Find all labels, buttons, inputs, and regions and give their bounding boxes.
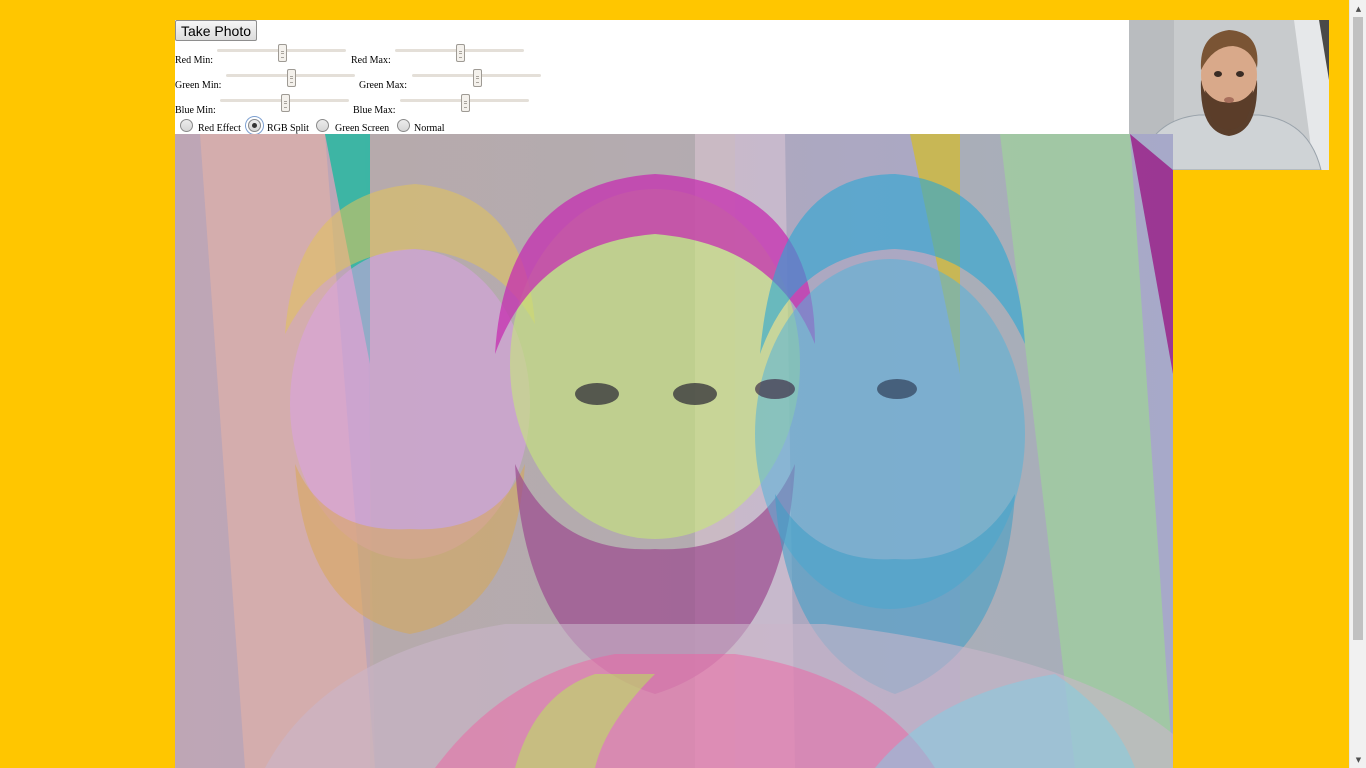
slider-handle[interactable]	[277, 44, 287, 62]
scroll-down-icon[interactable]: ▼	[1350, 751, 1366, 768]
blue-max-label: Blue Max:	[353, 105, 396, 116]
red-effect-radio[interactable]	[180, 119, 193, 132]
slider-handle[interactable]	[460, 94, 470, 112]
scroll-up-icon[interactable]: ▲	[1350, 0, 1366, 17]
controls-panel: Take Photo Red Min: Red Max: Green Min: …	[175, 20, 1129, 134]
page-scrollbar[interactable]: ▲ ▼	[1349, 0, 1366, 768]
blue-max-slider[interactable]	[400, 92, 529, 112]
effect-canvas	[175, 134, 1173, 768]
red-min-label: Red Min:	[175, 55, 214, 66]
rgb-split-label: RGB Split	[267, 123, 309, 134]
app: Take Photo Red Min: Red Max: Green Min: …	[0, 0, 1349, 768]
red-max-slider[interactable]	[395, 42, 524, 62]
slider-handle[interactable]	[472, 69, 482, 87]
green-max-label: Green Max:	[359, 80, 408, 91]
rgb-split-image	[175, 134, 1173, 768]
blue-min-slider[interactable]	[220, 92, 349, 112]
blue-min-label: Blue Min:	[175, 105, 216, 116]
red-max-label: Red Max:	[351, 55, 391, 66]
normal-radio[interactable]	[397, 119, 410, 132]
green-min-label: Green Min:	[175, 80, 222, 91]
slider-handle[interactable]	[280, 94, 290, 112]
scrollbar-thumb[interactable]	[1353, 17, 1363, 640]
green-screen-radio[interactable]	[316, 119, 329, 132]
green-screen-label: Green Screen	[335, 123, 390, 134]
green-max-slider[interactable]	[412, 67, 541, 87]
slider-handle[interactable]	[455, 44, 465, 62]
slider-handle[interactable]	[286, 69, 296, 87]
green-min-slider[interactable]	[226, 67, 355, 87]
red-min-slider[interactable]	[217, 42, 346, 62]
rgb-split-radio[interactable]	[248, 119, 261, 132]
take-photo-button[interactable]: Take Photo	[175, 20, 257, 41]
normal-label: Normal	[414, 123, 445, 134]
red-effect-label: Red Effect	[198, 123, 241, 134]
